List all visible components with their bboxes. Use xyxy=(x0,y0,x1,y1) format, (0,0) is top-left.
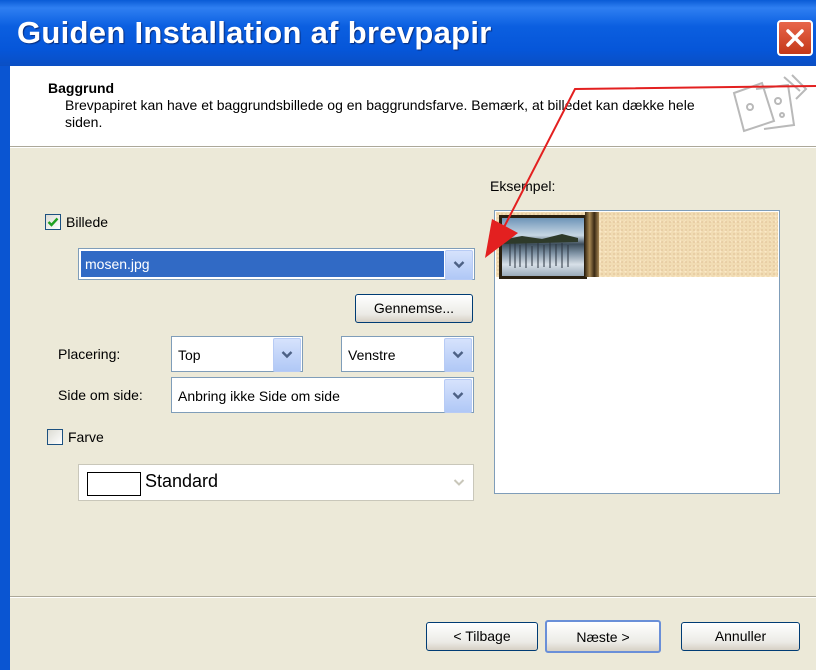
annotation-arrow xyxy=(485,85,816,258)
